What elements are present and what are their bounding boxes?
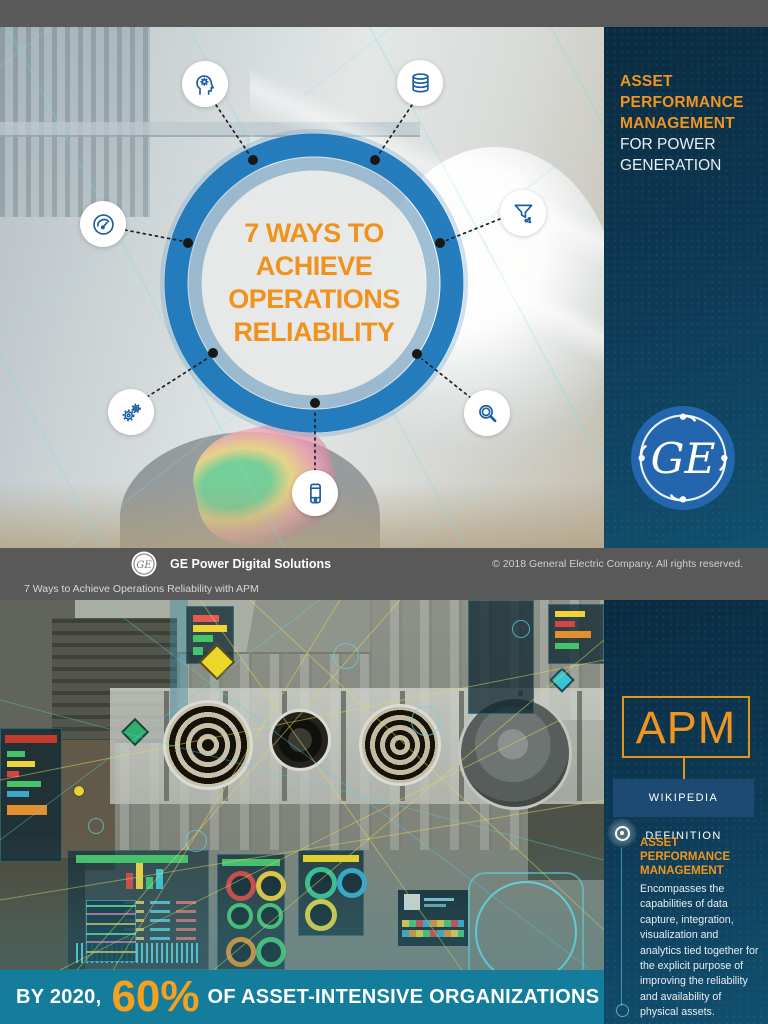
definition-term: ASSET PERFORMANCE MANAGEMENT — [640, 836, 730, 878]
apm-label: APM — [635, 701, 737, 753]
page-1: 7 WAYS TO ACHIEVE OPERATIONS RELIABILITY — [0, 27, 768, 548]
sidebar-title-line: FOR POWER — [620, 136, 716, 153]
apm-acronym-box: APM — [622, 696, 750, 758]
diagram-title: 7 WAYS TO ACHIEVE OPERATIONS RELIABILITY — [174, 203, 454, 363]
connector-line — [683, 756, 685, 779]
term-line: PERFORMANCE — [640, 851, 731, 863]
gauge-icon — [92, 213, 114, 235]
sidebar-title-line: GENERATION — [620, 157, 722, 174]
brand-text: GE Power Digital Solutions — [170, 557, 332, 571]
page1-sidebar: ASSET PERFORMANCE MANAGEMENT FOR POWER G… — [604, 27, 768, 548]
ge-monogram: GE — [651, 434, 716, 483]
icon-bubble-mobile — [292, 470, 338, 516]
page2-plant-photo: BY 2020, 60% OF ASSET-INTENSIVE ORGANIZA… — [0, 600, 604, 1024]
page-divider-band: GE GE Power Digital Solutions © 2018 Gen… — [0, 548, 768, 600]
ge-monogram-small: GE — [136, 560, 152, 571]
icon-bubble-gauge — [80, 201, 126, 247]
page2-sidebar: APM WIKIPEDIA DEFINITION ASSET PERFORMAN… — [604, 600, 768, 1024]
ge-logo-small: GE — [131, 551, 157, 577]
magnifier-icon — [478, 404, 496, 422]
diagram-title-line: ACHIEVE — [255, 251, 373, 281]
ge-logo: GE — [631, 406, 735, 510]
bullet-dot — [620, 831, 624, 835]
icon-bubble-mind — [182, 61, 228, 107]
icon-bubble-funnel — [500, 190, 546, 236]
sidebar-title-line: PERFORMANCE — [620, 94, 744, 111]
page-2: BY 2020, 60% OF ASSET-INTENSIVE ORGANIZA… — [0, 600, 768, 1024]
document-title: 7 Ways to Achieve Operations Reliability… — [24, 583, 259, 595]
bullet-ring — [614, 825, 630, 841]
icon-bubble-magnifier — [464, 390, 510, 436]
wikipedia-definition-button: WIKIPEDIA DEFINITION — [613, 779, 754, 842]
diagram-title-line: 7 WAYS TO — [244, 218, 384, 248]
sidebar-title-line: ASSET — [620, 73, 673, 90]
pdf-viewer-background: 7 WAYS TO ACHIEVE OPERATIONS RELIABILITY — [0, 0, 768, 1024]
timeline-line — [621, 848, 622, 1006]
page1-sidebar-title: ASSET PERFORMANCE MANAGEMENT FOR POWER G… — [620, 71, 744, 176]
term-line: MANAGEMENT — [640, 865, 724, 877]
target-bullet-icon — [607, 818, 637, 848]
mind-gear-icon — [195, 74, 214, 95]
diagram-title-line: RELIABILITY — [233, 317, 396, 347]
funnel-icon — [514, 204, 532, 223]
statistic-bar: BY 2020, 60% OF ASSET-INTENSIVE ORGANIZA… — [0, 970, 604, 1024]
database-icon — [411, 72, 429, 93]
stat-value: 60% — [111, 972, 200, 1021]
sidebar-title-line: MANAGEMENT — [620, 115, 735, 132]
mobile-device-icon — [309, 483, 321, 503]
gears-icon — [122, 403, 141, 421]
timeline-end-circle — [616, 1004, 629, 1017]
stat-suffix: OF ASSET-INTENSIVE ORGANIZATIONS — [207, 985, 600, 1008]
definition-text: Encompasses the capabilities of data cap… — [640, 883, 759, 1019]
stat-prefix: BY 2020, — [16, 985, 102, 1008]
cyan-wash-decor — [0, 600, 604, 1024]
icon-bubble-gears — [108, 389, 154, 435]
copyright-text: © 2018 General Electric Company. All rig… — [492, 558, 743, 570]
term-line: ASSET — [640, 837, 679, 849]
diagram-title-line: OPERATIONS — [228, 284, 400, 314]
icon-bubble-database — [397, 60, 443, 106]
page1-hero-photo: 7 WAYS TO ACHIEVE OPERATIONS RELIABILITY — [0, 27, 604, 548]
